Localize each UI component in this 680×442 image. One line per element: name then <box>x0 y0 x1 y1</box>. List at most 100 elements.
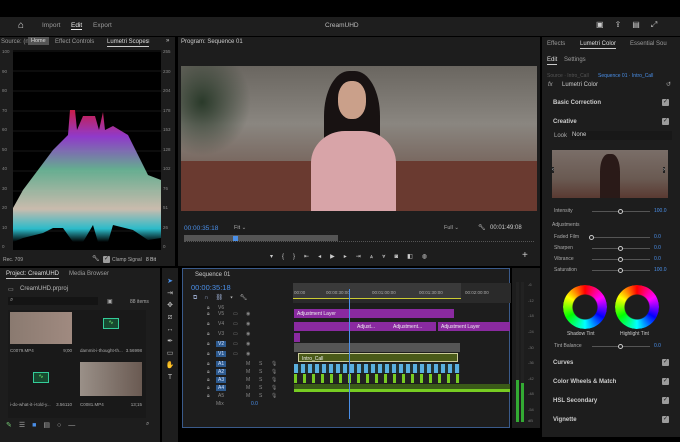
lift-icon[interactable]: ⩓ <box>370 254 382 260</box>
tab-lumetri-color[interactable]: Lumetri Color <box>580 41 617 49</box>
slider-knob[interactable] <box>618 257 623 262</box>
scope-standard[interactable]: Rec. 709 <box>3 257 23 263</box>
clip-adjustment-v4-a[interactable] <box>294 322 354 331</box>
panel-menu-icon[interactable]: ≡ <box>146 39 150 45</box>
eye-icon[interactable]: ◉ <box>246 341 250 347</box>
bit-depth-select[interactable]: 8 Bit <box>146 257 156 263</box>
video-track-header[interactable]: 🔒︎ V1 ▭ ◉ <box>183 349 293 359</box>
audio-clips-a2[interactable] <box>294 374 460 383</box>
comparison-view-icon[interactable]: ◧ <box>407 254 422 260</box>
slider-knob[interactable] <box>618 209 623 214</box>
nest-icon[interactable]: ⧉ <box>193 295 204 301</box>
adjustment-slider[interactable] <box>592 246 650 251</box>
media-item[interactable]: C0081.MP4 13;15 <box>80 362 142 410</box>
adjustment-slider[interactable] <box>592 257 650 262</box>
adjustment-slider[interactable] <box>589 235 650 240</box>
lock-icon[interactable]: 🔒︎ <box>207 321 210 327</box>
eye-icon[interactable]: ◉ <box>246 351 250 357</box>
color-wheels-checkbox[interactable]: ✓ <box>662 378 669 385</box>
media-item[interactable]: ∿ dammit-i-thought-th... 3.56998 <box>80 312 142 356</box>
linked-selection-icon[interactable]: ⛓ <box>216 295 231 301</box>
tab-effect-controls[interactable]: Effect Controls <box>55 39 94 45</box>
video-track-header[interactable]: 🔒︎ V5 ▭ ◉ <box>183 309 293 319</box>
search-footer-icon[interactable]: ⌕ <box>146 421 149 428</box>
tint-balance-slider[interactable] <box>592 344 650 349</box>
clip-adjustment-v4-c[interactable]: Adjustment... <box>390 322 436 331</box>
toggle-output-icon[interactable]: ▭ <box>233 321 238 327</box>
eye-icon[interactable]: ◉ <box>246 311 250 317</box>
program-title[interactable]: Program: Sequence 01 <box>181 39 243 45</box>
clamp-signal-checkbox[interactable]: ✓ <box>103 256 110 263</box>
pencil-icon[interactable]: ✎ <box>6 422 19 429</box>
eye-icon[interactable]: ◉ <box>246 331 250 337</box>
video-track-header[interactable]: 🔒︎ V4 ▭ ◉ <box>183 319 293 329</box>
track-label[interactable]: V4 <box>216 321 226 327</box>
list-view-icon[interactable]: ☰ <box>19 422 32 429</box>
sequence-tab[interactable]: Sequence 01 <box>195 272 230 278</box>
timeline-settings-icon[interactable]: 🔧︎ <box>240 295 255 301</box>
slider-knob[interactable] <box>618 246 623 251</box>
share-icon[interactable]: ⇪ <box>615 20 633 29</box>
tab-essential-sound[interactable]: Essential Sou <box>630 41 667 47</box>
selection-tool-icon[interactable]: ➤ <box>162 276 178 288</box>
icon-view-icon[interactable]: ■ <box>32 422 43 429</box>
audio-clips-a3[interactable] <box>294 384 510 392</box>
pen-icon[interactable]: ✒ <box>162 336 178 348</box>
intensity-value[interactable]: 100.0 <box>654 208 667 214</box>
resolution-select[interactable]: Full ⌄ <box>444 225 459 231</box>
basic-correction-checkbox[interactable]: ✓ <box>662 99 669 106</box>
section-curves[interactable]: Curves <box>553 360 573 366</box>
time-ruler[interactable]: 00:00 00:00:30:00 00:01:00:00 00:01:30:0… <box>293 283 511 303</box>
media-item[interactable]: C0079.MP4 9;00 <box>10 312 72 356</box>
new-bin-icon[interactable]: ▣ <box>107 298 113 305</box>
creative-checkbox[interactable]: ✓ <box>662 118 669 125</box>
toggle-output-icon[interactable]: ▭ <box>233 311 238 317</box>
toggle-output-icon[interactable]: ▭ <box>233 341 238 347</box>
overflow-icon[interactable]: » <box>166 38 169 44</box>
look-next-button[interactable]: › <box>663 167 665 173</box>
playhead-scrubber[interactable] <box>184 241 534 244</box>
adjustment-value[interactable]: 0.0 <box>654 245 661 251</box>
adjustment-value[interactable]: 0.0 <box>654 234 661 240</box>
search-input[interactable]: ⌕ <box>8 297 98 305</box>
look-prev-button[interactable]: ‹ <box>552 167 554 173</box>
snap-icon[interactable]: ∩ <box>204 295 215 301</box>
slider-knob[interactable] <box>618 344 623 349</box>
video-track-header[interactable]: 🔒︎ V2 ▭ ◉ <box>183 339 293 349</box>
program-timecode[interactable]: 00:00:35:18 <box>184 225 218 232</box>
track-label[interactable]: V3 <box>216 331 226 337</box>
adjustments-label[interactable]: Adjustments <box>552 222 580 228</box>
type-icon[interactable]: T <box>162 372 178 384</box>
settings-wrench-icon[interactable]: 🔧︎ <box>478 224 486 231</box>
eye-icon[interactable]: ◉ <box>246 321 250 327</box>
nav-edit[interactable]: Edit <box>71 22 83 30</box>
timeline-playhead[interactable] <box>349 289 350 419</box>
tab-lumetri-scopes[interactable]: Lumetri Scopes <box>107 39 149 47</box>
wrench-icon[interactable]: 🔧︎ <box>92 255 100 262</box>
clip-adjustment-v4-b[interactable]: Adjust... <box>354 322 390 331</box>
section-basic-correction[interactable]: Basic Correction <box>553 100 601 106</box>
tint-balance-value[interactable]: 0.0 <box>654 343 661 349</box>
media-item[interactable]: ∿ i-do-what-it-i-told-y... 3.56110 <box>10 362 72 410</box>
effect-name[interactable]: Lumetri Color <box>562 82 598 88</box>
track-label[interactable]: V2 <box>216 341 227 347</box>
proxy-icon[interactable]: ◍ <box>422 254 436 260</box>
nav-import[interactable]: Import <box>42 22 60 29</box>
track-select-icon[interactable]: ⇥ <box>162 288 178 300</box>
marker-icon[interactable]: ▾ <box>230 295 240 301</box>
add-marker-icon[interactable]: ▾ <box>270 254 282 260</box>
zoom-slider-icon[interactable]: ○— <box>57 422 82 429</box>
mix-value[interactable]: 0.0 <box>251 401 258 407</box>
slider-knob[interactable] <box>618 268 623 273</box>
hsl-checkbox[interactable]: ✓ <box>662 397 669 404</box>
lock-icon[interactable]: 🔒︎ <box>207 331 210 337</box>
lock-icon[interactable]: 🔒︎ <box>207 351 210 357</box>
step-forward-icon[interactable]: ▸ <box>344 254 356 260</box>
lock-icon[interactable]: 🔒︎ <box>207 311 210 317</box>
reset-icon[interactable]: ↺ <box>666 81 671 88</box>
export-frame-icon[interactable]: ◙ <box>395 254 408 260</box>
clip-adjustment-layer-v5[interactable]: Adjustment Layer <box>294 309 454 318</box>
program-playhead[interactable] <box>233 236 239 241</box>
tab-effects[interactable]: Effects <box>547 41 565 47</box>
razor-icon[interactable]: ⧄ <box>162 312 178 324</box>
